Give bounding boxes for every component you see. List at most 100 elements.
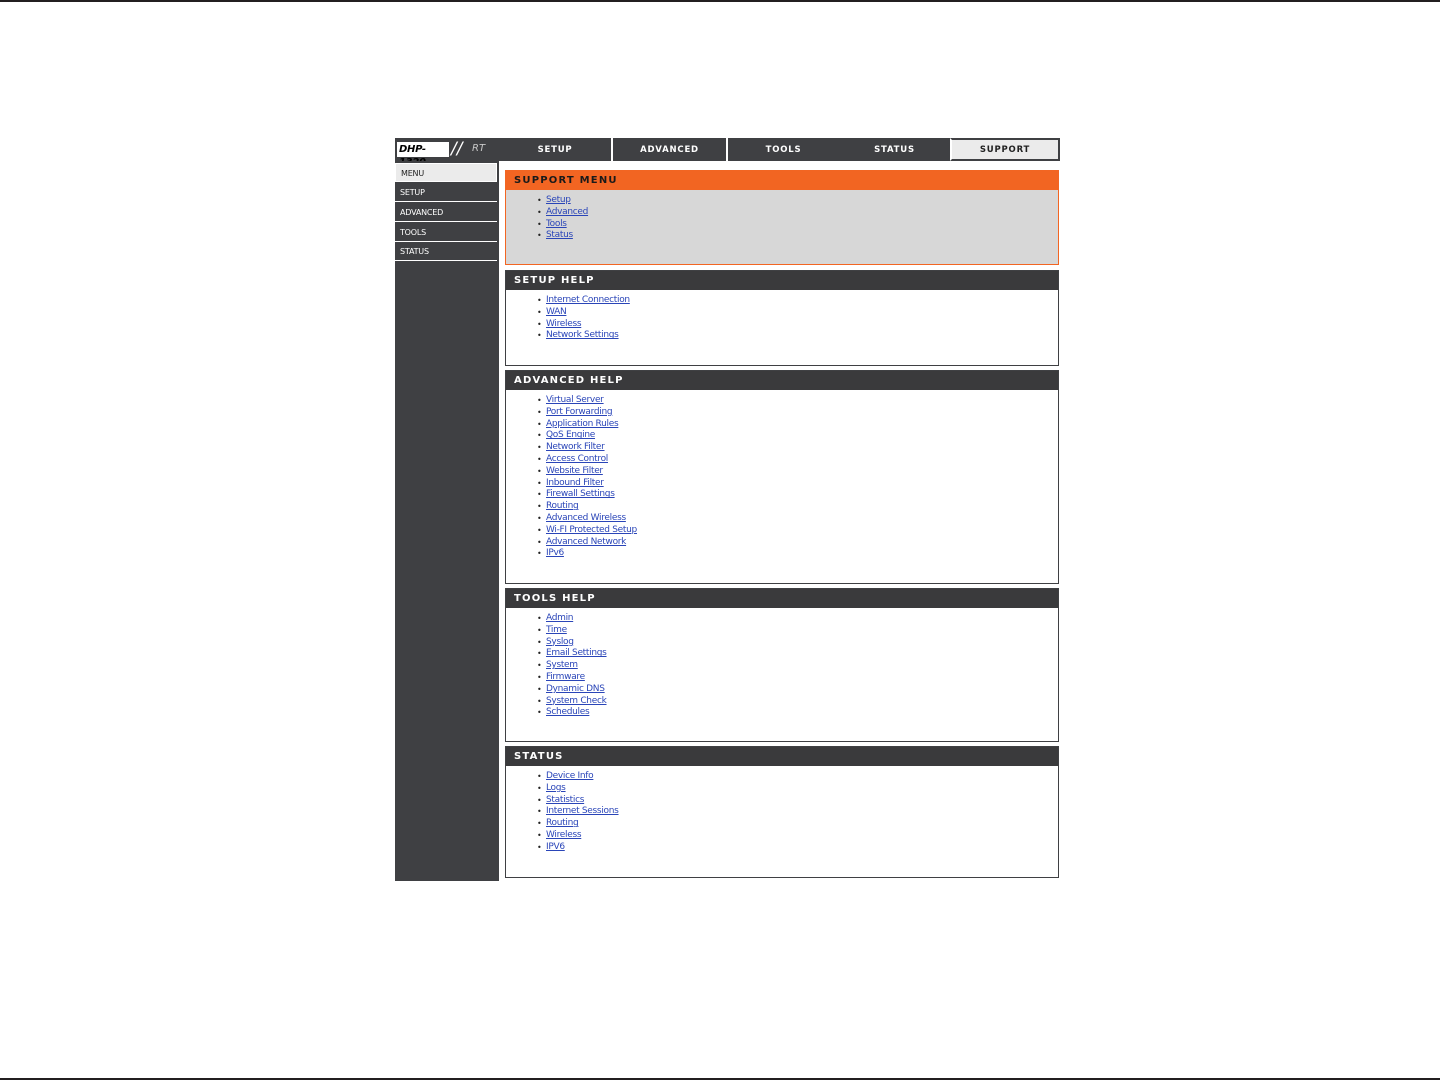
status-help-link-ipv6[interactable]: IPV6 bbox=[546, 842, 565, 854]
advanced-help-link-ipv6[interactable]: IPv6 bbox=[546, 548, 564, 560]
tab-tools[interactable]: TOOLS bbox=[726, 138, 839, 161]
list-item: • Advanced Wireless bbox=[537, 513, 1058, 525]
advanced-help-link-advanced-wireless[interactable]: Advanced Wireless bbox=[546, 513, 626, 525]
advanced-help-link-advanced-network[interactable]: Advanced Network bbox=[546, 537, 626, 549]
list-item: • Time bbox=[537, 625, 1058, 637]
advanced-help-link-virtual-server[interactable]: Virtual Server bbox=[546, 395, 604, 407]
status-help-link-wireless[interactable]: Wireless bbox=[546, 830, 582, 842]
advanced-help-link-qos-engine[interactable]: QoS Engine bbox=[546, 430, 595, 442]
bullet-icon: • bbox=[537, 672, 542, 682]
support-link-tools[interactable]: Tools bbox=[546, 219, 567, 231]
advanced-help-link-access-control[interactable]: Access Control bbox=[546, 454, 608, 466]
bullet-icon: • bbox=[537, 196, 542, 205]
tools-help-link-email-settings[interactable]: Email Settings bbox=[546, 648, 607, 660]
setup-help-link-wireless[interactable]: Wireless bbox=[546, 319, 582, 331]
top-navigation-bar: DHP-1320 // RT SETUP ADVANCED TOOLS STAT… bbox=[395, 138, 1060, 168]
support-link-status[interactable]: Status bbox=[546, 230, 573, 242]
tab-support[interactable]: SUPPORT bbox=[950, 138, 1060, 161]
sidebar-item-setup[interactable]: SETUP bbox=[395, 183, 497, 202]
bullet-icon: • bbox=[537, 807, 542, 817]
advanced-help-link-application-rules[interactable]: Application Rules bbox=[546, 419, 619, 431]
list-item: • Firewall Settings bbox=[537, 489, 1058, 501]
list-item: • Advanced Network bbox=[537, 537, 1058, 549]
sidebar-item-status[interactable]: STATUS bbox=[395, 242, 497, 261]
bullet-icon: • bbox=[537, 625, 542, 635]
advanced-help-link-routing[interactable]: Routing bbox=[546, 501, 579, 513]
list-item: • Advanced bbox=[537, 207, 1058, 219]
setup-help-link-network-settings[interactable]: Network Settings bbox=[546, 330, 619, 342]
tab-advanced[interactable]: ADVANCED bbox=[611, 138, 726, 161]
tools-help-link-admin[interactable]: Admin bbox=[546, 613, 573, 625]
list-item: • Device Info bbox=[537, 771, 1058, 783]
bullet-icon: • bbox=[537, 431, 542, 441]
bullet-icon: • bbox=[537, 454, 542, 464]
tools-help-link-dynamic-dns[interactable]: Dynamic DNS bbox=[546, 684, 605, 696]
advanced-help-link-network-filter[interactable]: Network Filter bbox=[546, 442, 605, 454]
list-item: • Routing bbox=[537, 818, 1058, 830]
tools-help-link-time[interactable]: Time bbox=[546, 625, 567, 637]
support-link-setup[interactable]: Setup bbox=[546, 195, 571, 207]
list-item: • IPv6 bbox=[537, 548, 1058, 560]
page-top-rule bbox=[0, 0, 1440, 2]
sidebar-item-advanced[interactable]: ADVANCED bbox=[395, 203, 497, 222]
bullet-icon: • bbox=[537, 443, 542, 453]
bullet-icon: • bbox=[537, 708, 542, 718]
list-item: • Internet Sessions bbox=[537, 806, 1058, 818]
bullet-icon: • bbox=[537, 207, 542, 217]
list-item: • Statistics bbox=[537, 795, 1058, 807]
list-item: • Status bbox=[537, 230, 1058, 242]
bullet-icon: • bbox=[537, 319, 542, 329]
tools-help-link-firmware[interactable]: Firmware bbox=[546, 672, 585, 684]
tools-help-link-system-check[interactable]: System Check bbox=[546, 696, 607, 708]
list-item: • Wi-FI Protected Setup bbox=[537, 525, 1058, 537]
tab-status[interactable]: STATUS bbox=[839, 138, 950, 161]
advanced-help-link-port-forwarding[interactable]: Port Forwarding bbox=[546, 407, 613, 419]
tab-setup[interactable]: SETUP bbox=[499, 138, 611, 161]
bullet-icon: • bbox=[537, 219, 542, 229]
list-item: • Virtual Server bbox=[537, 395, 1058, 407]
advanced-help-link-wi-fi-protected-setup[interactable]: Wi-FI Protected Setup bbox=[546, 525, 637, 537]
bullet-icon: • bbox=[537, 537, 542, 547]
list-item: • QoS Engine bbox=[537, 430, 1058, 442]
status-help-links: • Device Info • Logs • Statistics • Internet Se… bbox=[506, 766, 1058, 854]
status-help-link-statistics[interactable]: Statistics bbox=[546, 795, 584, 807]
bullet-icon: • bbox=[537, 830, 542, 840]
setup-help-link-internet-connection[interactable]: Internet Connection bbox=[546, 295, 630, 307]
sidebar-item-menu[interactable]: MENU bbox=[395, 163, 497, 182]
support-menu-title: SUPPORT MENU bbox=[506, 171, 1058, 190]
advanced-help-link-inbound-filter[interactable]: Inbound Filter bbox=[546, 478, 604, 490]
logo-slashes: // bbox=[451, 139, 463, 159]
advanced-help-link-firewall-settings[interactable]: Firewall Settings bbox=[546, 489, 615, 501]
setup-help-link-wan[interactable]: WAN bbox=[546, 307, 567, 319]
advanced-help-link-website-filter[interactable]: Website Filter bbox=[546, 466, 603, 478]
list-item: • Network Filter bbox=[537, 442, 1058, 454]
list-item: • System bbox=[537, 660, 1058, 672]
list-item: • Syslog bbox=[537, 637, 1058, 649]
bullet-icon: • bbox=[537, 649, 542, 659]
bullet-icon: • bbox=[537, 419, 542, 429]
list-item: • Website Filter bbox=[537, 466, 1058, 478]
status-help-link-routing[interactable]: Routing bbox=[546, 818, 579, 830]
advanced-help-panel: ADVANCED HELP • Virtual Server • Port Forwa… bbox=[505, 370, 1059, 584]
list-item: • Wireless bbox=[537, 830, 1058, 842]
list-item: • Access Control bbox=[537, 454, 1058, 466]
status-help-link-internet-sessions[interactable]: Internet Sessions bbox=[546, 806, 619, 818]
support-menu-links: • Setup • Advanced • Tools • Status bbox=[506, 190, 1058, 242]
bullet-icon: • bbox=[537, 466, 542, 476]
status-help-link-device-info[interactable]: Device Info bbox=[546, 771, 594, 783]
support-link-advanced[interactable]: Advanced bbox=[546, 207, 588, 219]
bullet-icon: • bbox=[537, 490, 542, 500]
tools-help-link-schedules[interactable]: Schedules bbox=[546, 707, 590, 719]
status-help-link-logs[interactable]: Logs bbox=[546, 783, 566, 795]
status-help-title: STATUS bbox=[506, 747, 1058, 766]
logo-suffix: RT bbox=[472, 143, 486, 154]
list-item: • Dynamic DNS bbox=[537, 684, 1058, 696]
tools-help-link-system[interactable]: System bbox=[546, 660, 578, 672]
tools-help-link-syslog[interactable]: Syslog bbox=[546, 637, 574, 649]
bullet-icon: • bbox=[537, 396, 542, 405]
advanced-help-title: ADVANCED HELP bbox=[506, 371, 1058, 390]
product-logo: DHP-1320 // RT bbox=[395, 138, 499, 168]
list-item: • Setup bbox=[537, 195, 1058, 207]
list-item: • Application Rules bbox=[537, 419, 1058, 431]
sidebar-item-tools[interactable]: TOOLS bbox=[395, 223, 497, 242]
